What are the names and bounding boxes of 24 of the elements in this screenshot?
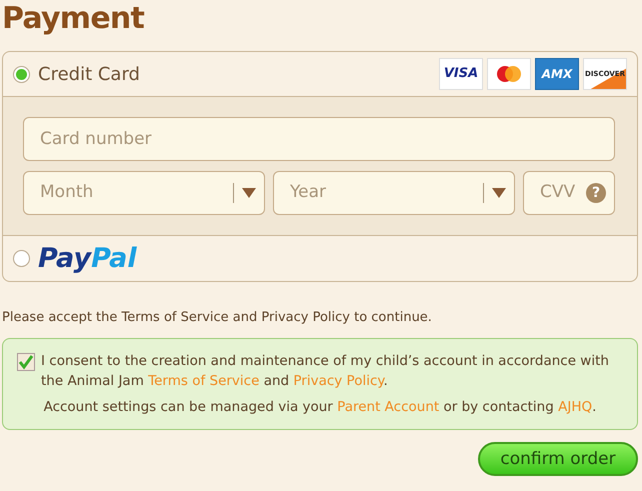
help-icon[interactable]: ?	[586, 183, 606, 203]
notice-text: Please accept the Terms of Service and Privacy Policy to continue.	[2, 309, 433, 327]
text-link[interactable]: Privacy Policy	[293, 372, 384, 389]
confirm-order-button[interactable]: confirm order	[478, 442, 638, 476]
radio-button[interactable]	[13, 66, 30, 82]
consent-text: I consent to the creation and maintenance of my child’s account in accordance with the Animal Jam Terms of Service and Privacy Policy.	[41, 352, 610, 391]
caret-icon	[242, 188, 256, 198]
mastercard-logo	[487, 58, 531, 90]
text-link[interactable]: Terms of Service	[148, 372, 260, 389]
credit-card-label: Credit Card	[38, 62, 140, 86]
radio-button[interactable]	[13, 250, 30, 267]
select-field[interactable]: Month	[23, 171, 265, 215]
visa-logo: VISA	[439, 58, 483, 90]
amex-logo: AMX	[535, 58, 579, 90]
paypal-logo: PayPal	[38, 245, 137, 272]
text-link[interactable]: AJHQ	[558, 399, 592, 415]
text-link[interactable]: Parent Account	[337, 399, 440, 415]
caret-icon	[492, 188, 506, 198]
account-settings-text: Account settings can be managed via your Parent Account or by contacting AJHQ.	[42, 398, 598, 417]
cvv-field[interactable]: CVV ?	[523, 171, 615, 215]
card-number-field[interactable]: Card number	[23, 117, 615, 161]
checkbox[interactable]	[17, 352, 35, 370]
page-title: Payment	[2, 0, 146, 38]
select-field[interactable]: Year	[273, 171, 515, 215]
